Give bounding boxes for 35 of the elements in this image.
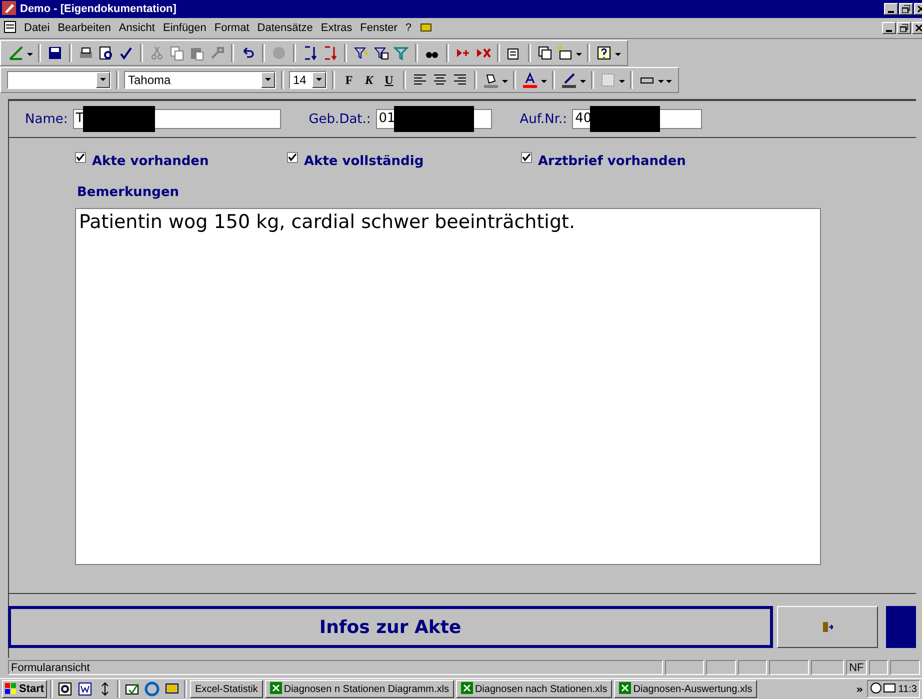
bold-button[interactable]: F	[340, 72, 358, 88]
taskbar-button[interactable]: Diagnosen nach Stationen.xls	[456, 680, 612, 698]
menu-item[interactable]: Fenster	[360, 22, 398, 34]
menu-item[interactable]: Ansicht	[118, 22, 155, 34]
menu-item[interactable]: Bearbeiten	[58, 22, 111, 34]
window-title: Demo - [Eigendokumentation]	[20, 3, 178, 15]
menu-item[interactable]: Datei	[24, 22, 50, 34]
menu-item[interactable]: Extras	[320, 22, 352, 34]
checkbox-label: Akte vollständig	[304, 154, 424, 169]
section-label: Bemerkungen	[77, 185, 180, 200]
font-size-dropdown[interactable]: 14	[289, 71, 327, 89]
clock: 11:3	[898, 684, 917, 694]
taskbar-button[interactable]: Excel-Statistik	[190, 680, 263, 698]
menu-item[interactable]: Datensätze	[257, 22, 313, 34]
remarks-field[interactable]: Patientin wog 150 kg, cardial schwer beeinträchtigt.	[75, 208, 821, 565]
menu-item[interactable]: Einfügen	[162, 22, 206, 34]
status-text: Formularansicht	[8, 660, 663, 675]
checkbox-label: Arztbrief vorhanden	[538, 154, 686, 169]
info-button[interactable]: Infos zur Akte	[8, 606, 773, 648]
checkbox-label: Akte vorhanden	[92, 154, 209, 169]
menu-item[interactable]: Format	[214, 22, 250, 34]
underline-button[interactable]: U	[380, 72, 398, 88]
start-button[interactable]: Start	[2, 680, 48, 698]
text-field[interactable]: T	[72, 109, 281, 129]
taskbar-button[interactable]: Diagnosen-Auswertung.xls	[614, 680, 758, 698]
status-indicator: NF	[846, 660, 867, 675]
italic-button[interactable]: K	[360, 72, 378, 88]
field-label: Geb.Dat.:	[308, 112, 371, 126]
menu-item[interactable]: ?	[405, 22, 412, 34]
font-dropdown[interactable]: Tahoma	[124, 71, 276, 89]
overflow-chevron[interactable]: »	[854, 682, 866, 696]
taskbar-button[interactable]: Diagnosen n Stationen Diagramm.xls	[264, 680, 454, 698]
field-label: Auf.Nr.:	[520, 112, 568, 126]
field-label: Name:	[25, 112, 68, 126]
text-field[interactable]: 01	[376, 109, 492, 129]
